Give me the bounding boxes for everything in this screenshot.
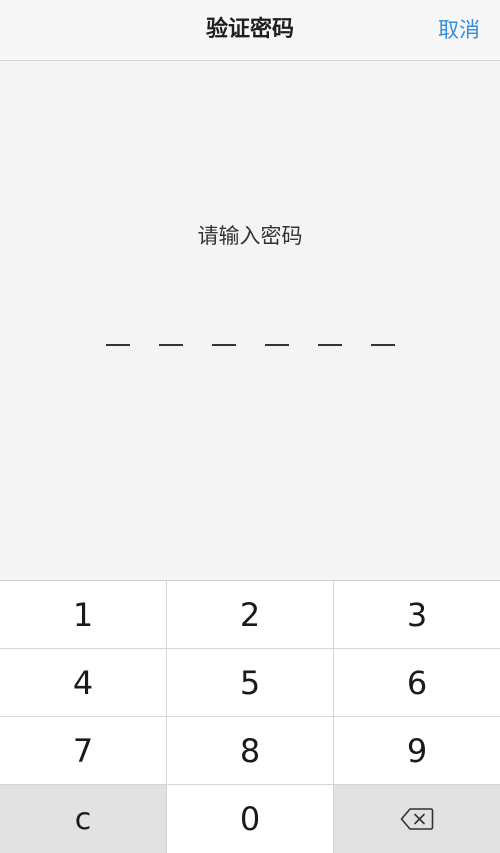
- password-verify-screen: 验证密码 取消 请输入密码 1 2 3 4 5 6 7 8 9 c 0: [0, 0, 500, 853]
- clear-key[interactable]: c: [0, 785, 167, 853]
- digit-slot: [212, 344, 236, 346]
- key-3[interactable]: 3: [334, 581, 500, 649]
- key-7[interactable]: 7: [0, 717, 167, 785]
- key-6[interactable]: 6: [334, 649, 500, 717]
- key-8[interactable]: 8: [167, 717, 334, 785]
- delete-key[interactable]: [334, 785, 500, 853]
- digit-slot: [265, 344, 289, 346]
- key-5[interactable]: 5: [167, 649, 334, 717]
- key-4[interactable]: 4: [0, 649, 167, 717]
- key-9[interactable]: 9: [334, 717, 500, 785]
- digit-slot: [371, 344, 395, 346]
- password-prompt: 请输入密码: [197, 224, 303, 248]
- key-1[interactable]: 1: [0, 581, 167, 649]
- key-0[interactable]: 0: [167, 785, 334, 853]
- numeric-keypad: 1 2 3 4 5 6 7 8 9 c 0: [0, 580, 500, 853]
- digit-slot: [106, 344, 130, 346]
- backspace-icon: [400, 808, 434, 830]
- page-title: 验证密码: [205, 17, 294, 42]
- key-2[interactable]: 2: [167, 581, 334, 649]
- password-digit-slots: [106, 344, 396, 348]
- navigation-bar: 验证密码 取消: [0, 0, 500, 61]
- digit-slot: [159, 344, 183, 346]
- digit-slot: [318, 344, 342, 346]
- cancel-button[interactable]: 取消: [438, 0, 480, 61]
